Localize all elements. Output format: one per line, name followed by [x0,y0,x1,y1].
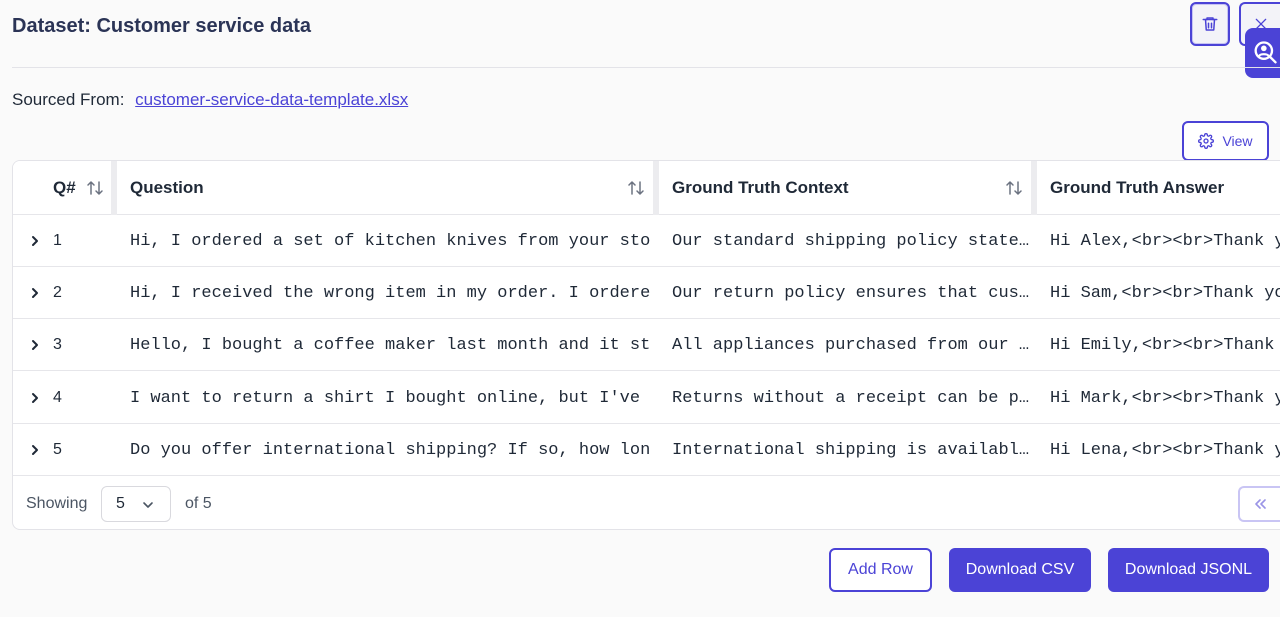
chevron-right-icon[interactable] [30,391,40,405]
table-row[interactable]: 2 Hi, I received the wrong item in my ord… [13,267,1280,319]
source-label: Sourced From: [12,90,125,109]
column-header-context[interactable]: Ground Truth Context [672,161,849,215]
double-chevron-left-icon [1255,499,1266,509]
column-divider[interactable] [1031,161,1037,215]
floating-search-button[interactable] [1245,28,1280,78]
cell-question: Do you offer international shipping? If … [130,440,650,460]
cell-qnum: 2 [53,284,62,301]
page-size-select[interactable]: 5 [101,486,171,522]
column-header-answer[interactable]: Ground Truth Answer [1050,161,1224,215]
table-row[interactable]: 3 Hello, I bought a coffee maker last mon… [13,319,1280,371]
download-jsonl-button[interactable]: Download JSONL [1108,548,1269,592]
view-button[interactable]: View [1182,121,1269,161]
page-size-value: 5 [116,495,125,512]
sort-icon[interactable] [86,179,104,197]
cell-answer: Hi Lena,<br><br>Thank y [1050,440,1280,460]
table-row[interactable]: 4 I want to return a shirt I bought onlin… [13,372,1280,424]
download-csv-button[interactable]: Download CSV [949,548,1091,592]
cell-question: Hi, I received the wrong item in my orde… [130,283,650,303]
sort-icon[interactable] [627,179,645,197]
cell-context: Returns without a receipt can be p… [672,388,1030,408]
total-count-label: of 5 [185,495,212,512]
page-title: Dataset: Customer service data [12,15,312,37]
column-divider[interactable] [653,161,659,215]
cell-answer: Hi Emily,<br><br>Thank [1050,335,1275,355]
cell-context: Our return policy ensures that cus… [672,283,1030,303]
cell-qnum: 4 [53,389,62,406]
cell-answer: Hi Mark,<br><br>Thank y [1050,388,1280,408]
chevron-right-icon[interactable] [30,234,40,248]
header-divider [12,67,1280,68]
delete-button[interactable] [1190,2,1230,46]
cell-answer: Hi Sam,<br><br>Thank yo [1050,283,1280,303]
source-info: Sourced From: customer-service-data-temp… [12,90,408,110]
table-row[interactable]: 1 Hi, I ordered a set of kitchen knives f… [13,215,1280,267]
gear-icon [1198,133,1215,149]
cell-question: Hello, I bought a coffee maker last mont… [130,335,650,355]
sort-icon[interactable] [1005,179,1023,197]
trash-icon [1202,17,1218,31]
cell-context: Our standard shipping policy state… [672,231,1030,251]
chevron-right-icon[interactable] [30,286,40,300]
add-row-button[interactable]: Add Row [829,548,932,592]
chevron-right-icon[interactable] [30,338,40,352]
column-header-qnum[interactable]: Q# [53,161,76,215]
cell-qnum: 3 [53,336,62,353]
table-header: Q# Question Ground Truth Context Ground … [13,161,1280,215]
showing-label: Showing [26,495,88,512]
cell-question: Hi, I ordered a set of kitchen knives fr… [130,231,650,251]
cell-context: All appliances purchased from our … [672,335,1030,355]
view-button-label: View [1222,133,1253,149]
source-file-link[interactable]: customer-service-data-template.xlsx [135,90,408,109]
table-row[interactable]: 5 Do you offer international shipping? If… [13,424,1280,476]
column-divider[interactable] [111,161,117,215]
cell-qnum: 1 [53,232,62,249]
chevron-down-icon [143,502,153,508]
cell-question: I want to return a shirt I bought online… [130,388,650,408]
first-page-button[interactable] [1238,486,1280,522]
table-footer: Showing 5 of 5 [13,478,1280,529]
data-table: Q# Question Ground Truth Context Ground … [12,160,1280,530]
cell-qnum: 5 [53,441,62,458]
user-search-icon [1254,41,1277,64]
cell-answer: Hi Alex,<br><br>Thank y [1050,231,1280,251]
cell-context: International shipping is availabl… [672,440,1030,460]
column-header-question[interactable]: Question [130,161,204,215]
chevron-right-icon[interactable] [30,443,40,457]
